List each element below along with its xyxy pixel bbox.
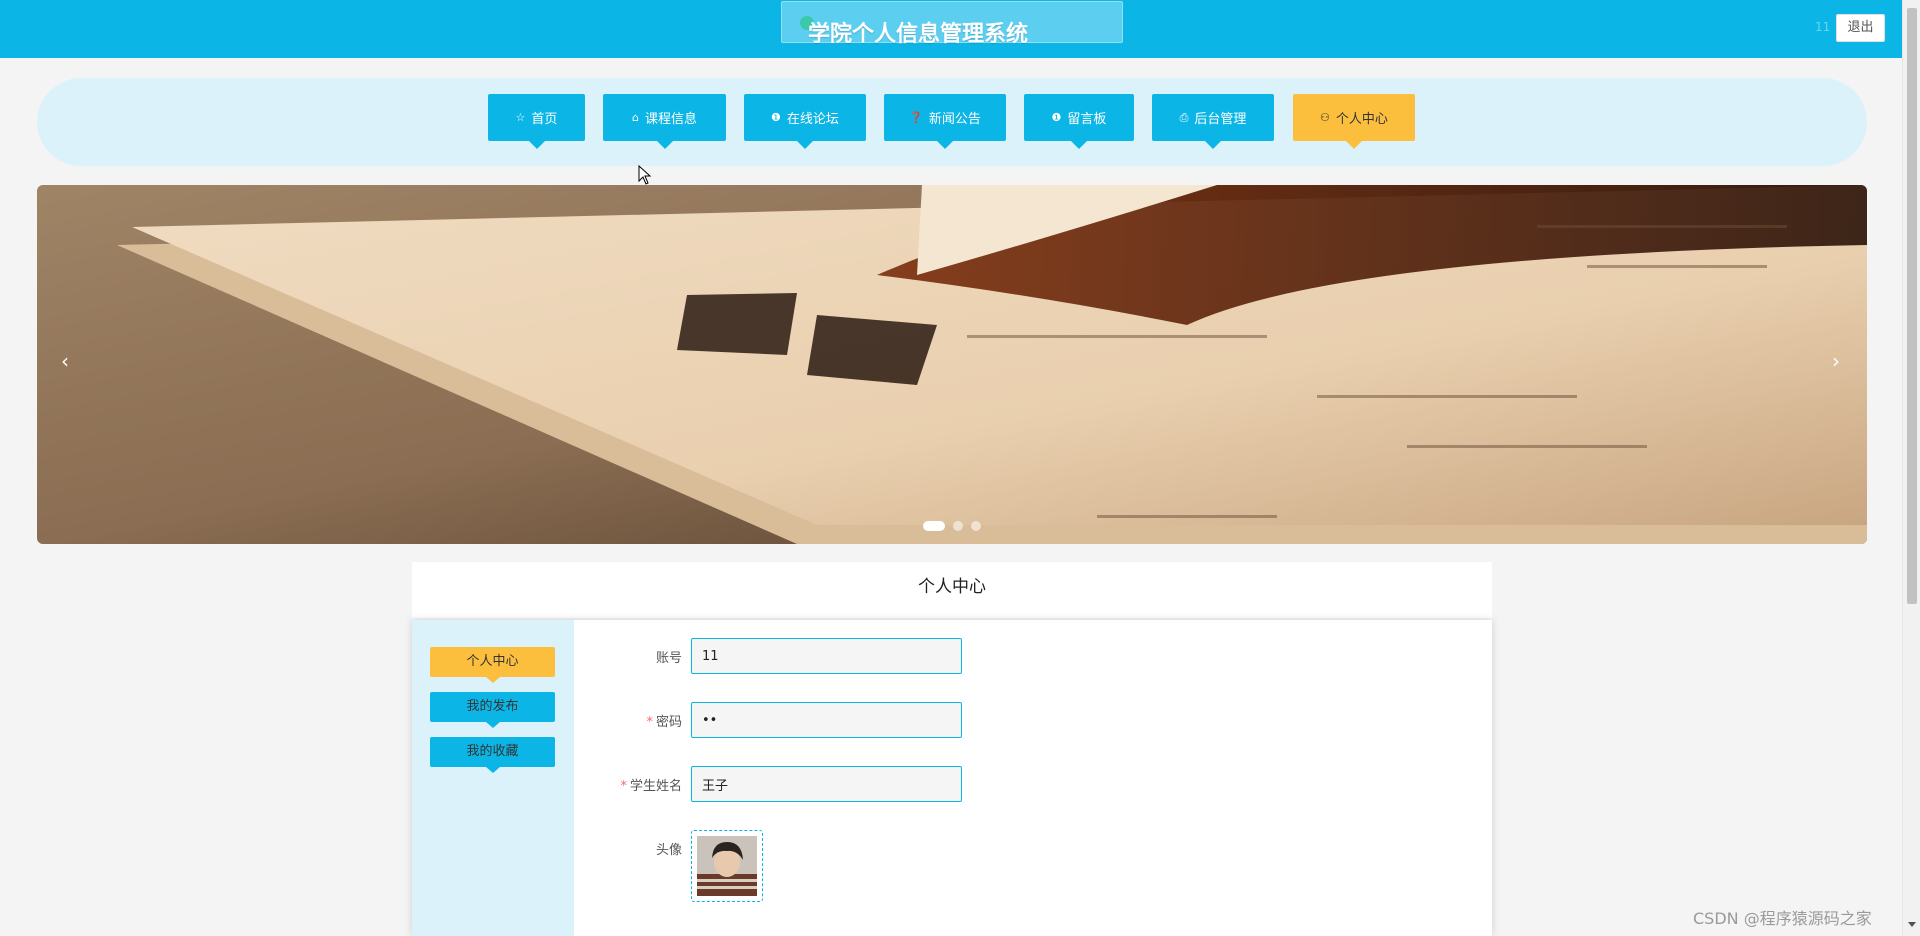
info-circle-icon: ❶ (1051, 111, 1062, 124)
bag-icon: ⌂ (632, 111, 639, 124)
nav-item-profile[interactable]: ⚇ 个人中心 (1293, 94, 1415, 149)
avatar-image (697, 836, 757, 896)
nav-item-news[interactable]: ❓ 新闻公告 (884, 94, 1006, 149)
nav-item-label: 在线论坛 (786, 112, 839, 127)
side-menu-my-posts[interactable]: 我的发布 (430, 692, 555, 728)
nav-item-label: 个人中心 (1335, 112, 1388, 127)
star-icon: ☆ (515, 111, 526, 124)
nav-item-label: 后台管理 (1194, 112, 1247, 127)
page-scrollbar[interactable] (1902, 0, 1920, 936)
student-name-input[interactable] (691, 766, 962, 802)
current-user-name: 11 (1815, 20, 1831, 34)
logout-button[interactable]: 退出 (1836, 14, 1885, 42)
profile-panel: 个人中心 我的发布 我的收藏 账号 *密码 *学生姓名 头像 (412, 620, 1492, 936)
nav-item-forum[interactable]: ❶ 在线论坛 (744, 94, 866, 149)
required-mark: * (620, 779, 627, 794)
top-bar: 学院个人信息管理系统 11 退出 (0, 0, 1902, 58)
student-name-label-text: 学生姓名 (629, 779, 682, 794)
watermark: CSDN @程序猿源码之家 (1693, 909, 1872, 928)
banner-carousel[interactable]: ‹ › (37, 185, 1867, 544)
banner-indicator-1[interactable] (923, 521, 945, 531)
banner-prev-arrow-icon[interactable]: ‹ (61, 349, 69, 373)
nav-item-label: 课程信息 (644, 112, 697, 127)
clipboard-icon: ⎙ (1179, 110, 1189, 124)
password-label-text: 密码 (655, 715, 682, 730)
scroll-down-arrow-icon[interactable] (1908, 922, 1916, 927)
banner-indicators (37, 521, 1867, 531)
account-label: 账号 (562, 647, 682, 666)
banner-next-arrow-icon[interactable]: › (1832, 349, 1840, 373)
question-circle-icon: ❓ (909, 111, 923, 124)
nav-item-admin[interactable]: ⎙ 后台管理 (1152, 94, 1274, 149)
banner-indicator-3[interactable] (971, 521, 981, 531)
info-circle-icon: ❶ (771, 111, 781, 124)
site-title: 学院个人信息管理系统 (808, 22, 1029, 47)
side-menu-my-favorites[interactable]: 我的收藏 (430, 737, 555, 773)
section-title: 个人中心 (412, 562, 1492, 618)
site-title-box: 学院个人信息管理系统 (781, 1, 1123, 47)
required-mark: * (646, 715, 653, 730)
nav-item-label: 首页 (531, 112, 558, 127)
password-label: * 密码 (562, 711, 682, 730)
nav-item-home[interactable]: ☆ 首页 (488, 94, 585, 149)
banner-image (37, 185, 1867, 544)
profile-side-menu: 个人中心 我的发布 我的收藏 (412, 620, 574, 936)
account-label-text: 账号 (655, 651, 682, 666)
side-menu-profile[interactable]: 个人中心 (430, 647, 555, 683)
account-input[interactable] (691, 638, 962, 674)
avatar-label: 头像 (562, 839, 682, 858)
nav-item-label: 留言板 (1067, 112, 1107, 127)
scrollbar-thumb[interactable] (1907, 8, 1917, 604)
nav-item-messages[interactable]: ❶ 留言板 (1024, 94, 1134, 149)
avatar-upload[interactable] (691, 830, 763, 902)
nav-item-label: 新闻公告 (928, 112, 981, 127)
user-icon: ⚇ (1320, 111, 1330, 124)
password-input[interactable] (691, 702, 962, 738)
student-name-label: * 学生姓名 (562, 775, 682, 794)
banner-indicator-2[interactable] (953, 521, 963, 531)
nav-item-courses[interactable]: ⌂ 课程信息 (603, 94, 726, 149)
avatar-label-text: 头像 (655, 843, 682, 858)
